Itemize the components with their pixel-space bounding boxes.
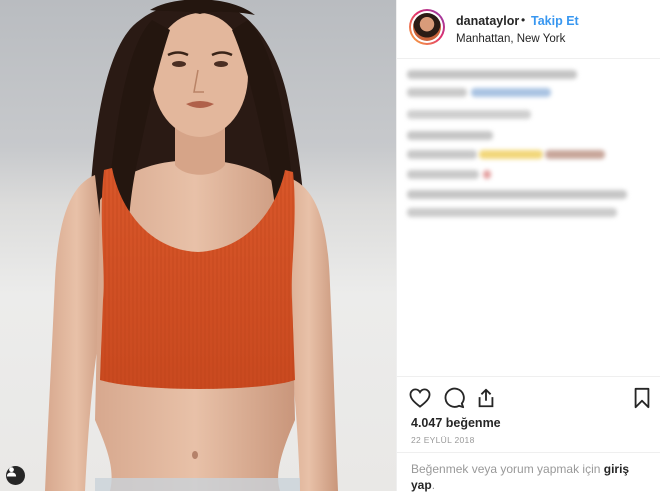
share-icon[interactable] [473,385,499,411]
blurred-line [407,208,617,217]
blurred-line [479,150,543,159]
bookmark-icon[interactable] [629,385,655,411]
blurred-line [407,131,493,140]
like-count[interactable]: 4.047 beğenme [411,416,501,430]
avatar-image [413,13,441,41]
post-photo[interactable] [0,0,396,491]
post-side-panel: danataylor • Takip Et Manhattan, New Yor… [396,0,660,492]
post-date[interactable]: 22 EYLÜL 2018 [411,435,475,445]
location-link[interactable]: Manhattan, New York [456,33,565,45]
follow-button[interactable]: Takip Et [531,14,579,28]
username-link[interactable]: danataylor [456,14,519,28]
instagram-post: danataylor • Takip Et Manhattan, New Yor… [0,0,660,492]
blurred-line [407,190,627,199]
avatar-story-ring[interactable] [409,9,445,45]
blurred-line [545,150,605,159]
login-prompt: Beğenmek veya yorum yapmak için giriş ya… [411,461,641,493]
blurred-line [407,88,467,97]
login-prompt-bar: Beğenmek veya yorum yapmak için giriş ya… [397,452,660,492]
login-prompt-suffix: . [431,478,436,492]
login-prompt-text: Beğenmek veya yorum yapmak için [411,462,601,476]
comment-bubble-icon[interactable] [441,385,467,411]
blurred-line [407,70,577,79]
portrait-illustration [45,0,338,491]
user-tag-icon[interactable] [6,466,25,485]
blurred-line [407,150,477,159]
heart-icon[interactable] [407,385,433,411]
separator-dot: • [521,13,526,27]
post-header: danataylor • Takip Et Manhattan, New Yor… [397,0,660,59]
blurred-line [483,170,491,179]
blurred-line [471,88,551,97]
avatar[interactable] [411,11,443,43]
blurred-line [407,110,531,119]
blurred-line [407,170,479,179]
post-actions [397,376,660,417]
blurred-caption [407,68,637,228]
